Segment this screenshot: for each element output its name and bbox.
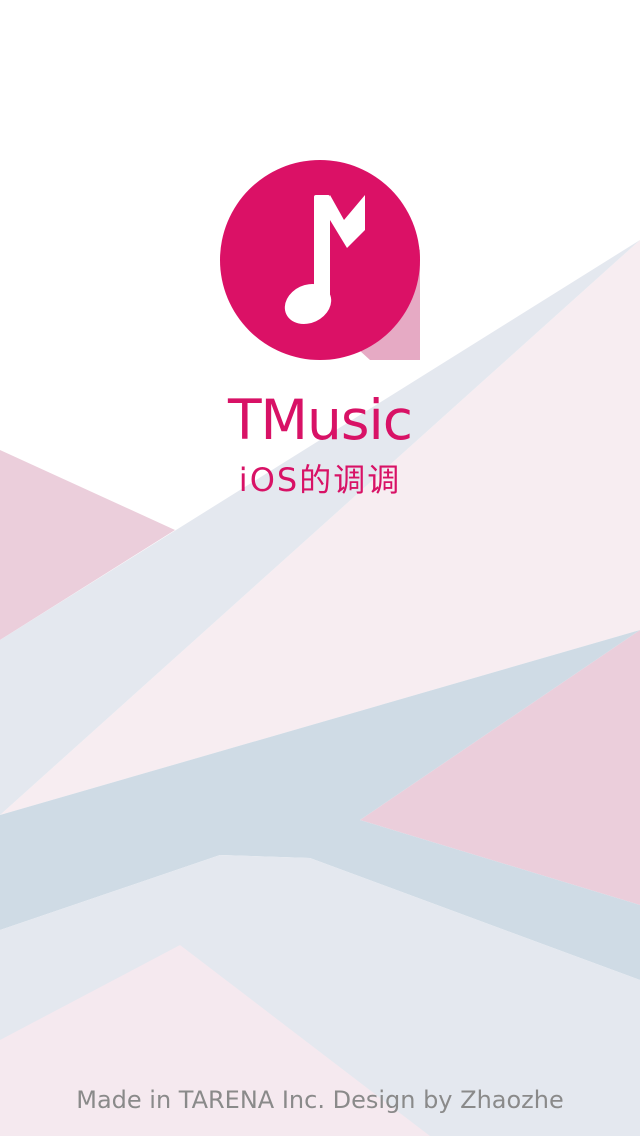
app-tagline: iOS的调调 — [238, 461, 402, 499]
splash-screen: TMusic iOS的调调 Made in TARENA Inc. Design… — [0, 0, 640, 1136]
footer-credit: Made in TARENA Inc. Design by Zhaozhe — [76, 1086, 564, 1114]
app-name: TMusic — [227, 388, 413, 452]
app-logo — [220, 160, 420, 360]
